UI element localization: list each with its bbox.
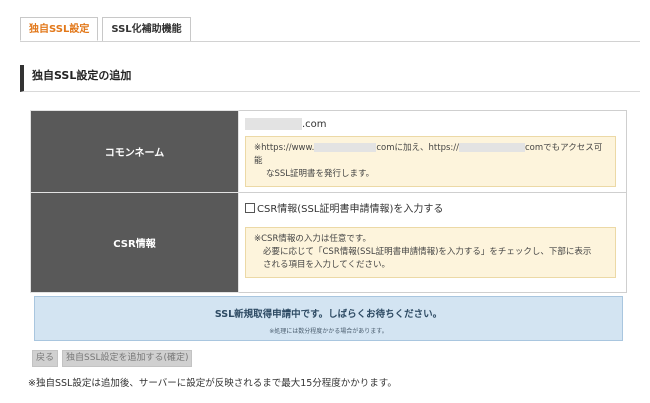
note-mid: comに加え、https://	[376, 143, 459, 153]
tab-ssl-assist[interactable]: SSL化補助機能	[102, 17, 191, 41]
domain-suffix: .com	[302, 118, 327, 130]
processing-notice: SSL新規取得申請中です。しばらくお待ちください。 ※処理には数分程度かかる場合…	[34, 296, 623, 341]
tab-bar: 独自SSL設定 SSL化補助機能	[20, 17, 191, 41]
notice-sub-text: ※処理には数分程度かかる場合があります。	[269, 328, 388, 335]
common-name-note: ※https://www. comに加え、https://comでもアクセス可能 …	[245, 136, 616, 187]
masked-domain	[245, 118, 302, 130]
csr-checkbox-label[interactable]: CSR情報(SSL証明書申請情報)を入力する	[257, 200, 443, 215]
csr-checkbox[interactable]	[245, 202, 255, 213]
csr-checkbox-row: CSR情報(SSL証明書申請情報)を入力する	[245, 200, 616, 215]
csr-note-line1: ※CSR情報の入力は任意です。	[254, 234, 372, 244]
csr-note-line2: 必要に応じて「CSR情報(SSL証明書申請情報)を入力する」をチェックし、下部に…	[263, 247, 592, 257]
csr-note-line3: される項目を入力してください。	[263, 260, 390, 270]
add-ssl-confirm-button[interactable]: 独自SSL設定を追加する(確定)	[62, 350, 193, 367]
tab-divider	[20, 41, 640, 42]
csr-note: ※CSR情報の入力は任意です。 必要に応じて「CSR情報(SSL証明書申請情報)…	[245, 227, 616, 278]
ssl-form-table: コモンネーム .com ※https://www. comに加え、https://…	[30, 110, 627, 293]
csr-label: CSR情報	[30, 192, 239, 293]
common-name-cell: .com ※https://www. comに加え、https://comでもアク…	[238, 110, 627, 193]
button-row: 戻る 独自SSL設定を追加する(確定)	[32, 350, 193, 367]
masked-domain	[314, 143, 377, 152]
domain-value: .com	[245, 116, 616, 132]
back-button[interactable]: 戻る	[32, 350, 59, 367]
common-name-note-line1: ※https://www. comに加え、https://comでもアクセス可能	[254, 142, 607, 168]
common-name-label: コモンネーム	[30, 110, 239, 193]
common-name-row: コモンネーム .com ※https://www. comに加え、https://…	[30, 110, 627, 193]
footnote: ※独自SSL設定は追加後、サーバーに設定が反映されるまで最大15分程度かかります…	[28, 378, 397, 389]
note-prefix: ※https://www.	[254, 143, 315, 153]
csr-cell: CSR情報(SSL証明書申請情報)を入力する ※CSR情報の入力は任意です。 必…	[238, 192, 627, 293]
csr-row: CSR情報 CSR情報(SSL証明書申請情報)を入力する ※CSR情報の入力は任…	[30, 192, 627, 293]
section-title: 独自SSL設定の追加	[20, 65, 640, 92]
common-name-note-line2: なSSL証明書を発行します。	[266, 169, 375, 179]
notice-main-text: SSL新規取得申請中です。しばらくお待ちください。	[214, 309, 443, 320]
masked-domain	[459, 143, 525, 152]
tab-ssl-settings[interactable]: 独自SSL設定	[20, 17, 99, 41]
